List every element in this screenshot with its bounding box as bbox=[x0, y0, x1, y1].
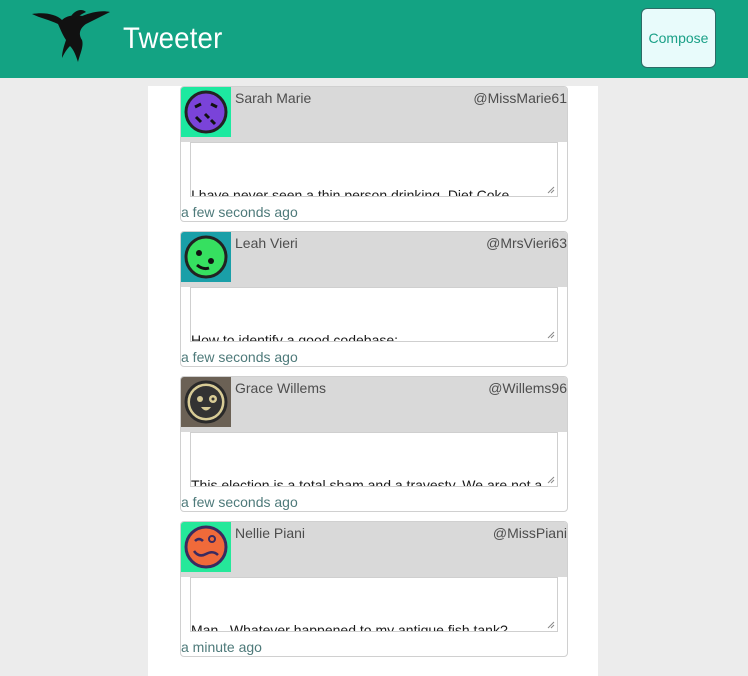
tan-face-avatar-icon[interactable] bbox=[181, 377, 231, 427]
resize-grip-icon[interactable] bbox=[547, 186, 555, 194]
top-bar: Tweeter Compose bbox=[0, 0, 748, 78]
author-name[interactable]: Sarah Marie bbox=[235, 90, 311, 106]
author-name[interactable]: Grace Willems bbox=[235, 380, 326, 396]
orange-face-avatar-icon[interactable] bbox=[181, 522, 231, 572]
hummingbird-icon bbox=[32, 10, 110, 63]
resize-grip-icon[interactable] bbox=[547, 476, 555, 484]
tweet-text: Man.. Whatever happened to my antique fi… bbox=[191, 622, 508, 632]
author-handle[interactable]: @MissMarie61 bbox=[473, 90, 567, 106]
resize-grip-icon[interactable] bbox=[547, 331, 555, 339]
author-name[interactable]: Leah Vieri bbox=[235, 235, 298, 251]
tweet-card: Grace Willems @Willems96 This election i… bbox=[180, 376, 568, 512]
author-handle[interactable]: @MrsVieri63 bbox=[486, 235, 567, 251]
tweet-text-area[interactable]: I have never seen a thin person drinking… bbox=[190, 142, 558, 197]
tweet-text-area[interactable]: Man.. Whatever happened to my antique fi… bbox=[190, 577, 558, 632]
tweet-text: This election is a total sham and a trav… bbox=[191, 477, 543, 487]
tweet-card: Sarah Marie @MissMarie61 I have never se… bbox=[180, 86, 568, 222]
tweet-header: Sarah Marie @MissMarie61 bbox=[181, 87, 567, 142]
compose-button[interactable]: Compose bbox=[641, 8, 716, 68]
tweet-feed: Sarah Marie @MissMarie61 I have never se… bbox=[148, 86, 598, 676]
tweet-header: Leah Vieri @MrsVieri63 bbox=[181, 232, 567, 287]
tweet-header: Grace Willems @Willems96 bbox=[181, 377, 567, 432]
tweet-card: Leah Vieri @MrsVieri63 How to identify a… bbox=[180, 231, 568, 367]
resize-grip-icon[interactable] bbox=[547, 621, 555, 629]
app-title: Tweeter bbox=[123, 22, 223, 55]
author-handle[interactable]: @MissPiani bbox=[493, 525, 567, 541]
author-name[interactable]: Nellie Piani bbox=[235, 525, 305, 541]
tweet-text: How to identify a good codebase: • You'l… bbox=[191, 332, 399, 342]
green-face-avatar-icon[interactable] bbox=[181, 232, 231, 282]
purple-face-avatar-icon[interactable] bbox=[181, 87, 231, 137]
author-handle[interactable]: @Willems96 bbox=[488, 380, 567, 396]
tweet-timestamp: a few seconds ago bbox=[181, 494, 298, 510]
tweet-text: I have never seen a thin person drinking… bbox=[191, 187, 514, 197]
tweet-timestamp: a few seconds ago bbox=[181, 204, 298, 220]
tweet-text-area[interactable]: How to identify a good codebase: • You'l… bbox=[190, 287, 558, 342]
tweet-timestamp: a few seconds ago bbox=[181, 349, 298, 365]
tweet-card: Nellie Piani @MissPiani Man.. Whatever h… bbox=[180, 521, 568, 657]
tweet-header: Nellie Piani @MissPiani bbox=[181, 522, 567, 577]
tweet-timestamp: a minute ago bbox=[181, 639, 262, 655]
tweet-text-area[interactable]: This election is a total sham and a trav… bbox=[190, 432, 558, 487]
